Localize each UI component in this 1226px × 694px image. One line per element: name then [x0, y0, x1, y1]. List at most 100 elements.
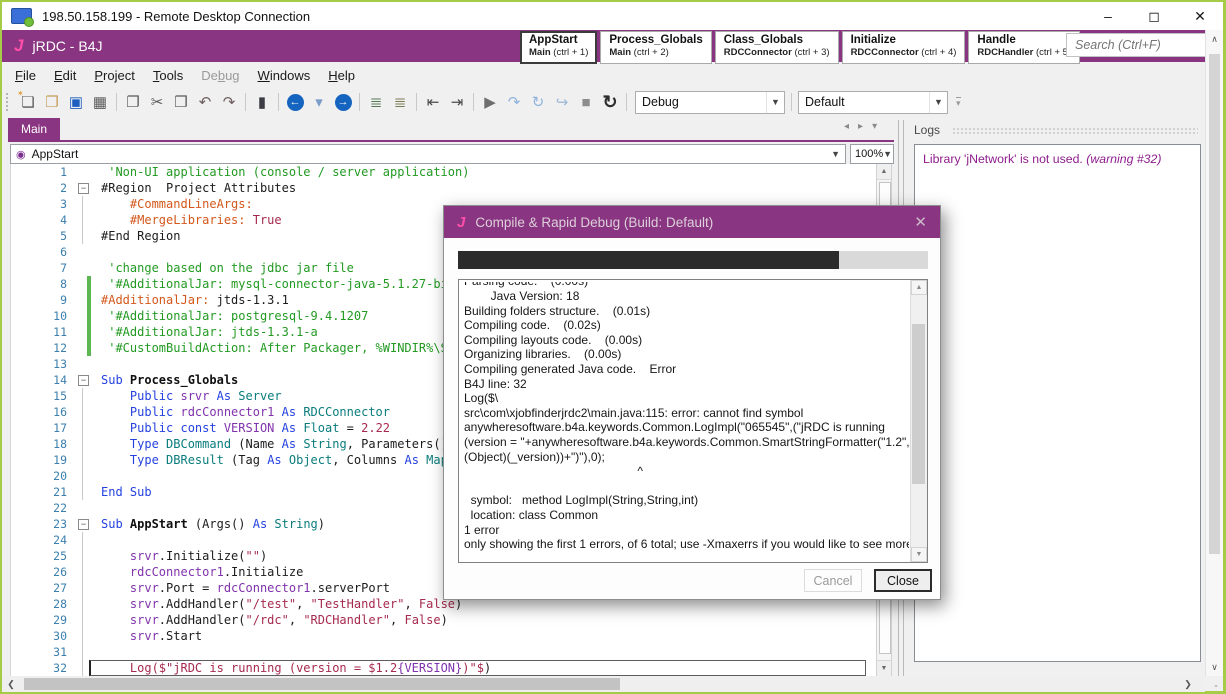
stop-icon[interactable]: ■: [574, 91, 598, 113]
bookmark-icon[interactable]: ▮: [250, 91, 274, 113]
build-mode-select[interactable]: Debug ▼: [635, 91, 785, 114]
paste-icon[interactable]: ❒: [169, 91, 193, 113]
gutter: [71, 628, 101, 644]
fold-collapse-icon[interactable]: −: [78, 375, 89, 386]
close-dialog-button[interactable]: Close: [874, 569, 932, 592]
scrollbar-thumb[interactable]: [912, 324, 925, 484]
line-number: 23: [11, 516, 71, 532]
scroll-down-icon[interactable]: ▼: [911, 547, 927, 562]
tab-scroll-controls: ◂ ▸ ▾: [844, 121, 877, 132]
scroll-left-icon[interactable]: ❮: [2, 676, 20, 692]
gutter: [71, 660, 101, 676]
tab-scroll-right-icon[interactable]: ▸: [858, 121, 863, 132]
toolbar-separator: [116, 93, 117, 111]
fold-guide-line: [82, 420, 83, 436]
dialog-close-icon[interactable]: ✕: [914, 213, 927, 231]
menu-tools[interactable]: Tools: [144, 65, 192, 86]
undo-icon[interactable]: ↶: [193, 91, 217, 113]
scroll-up-icon[interactable]: ▲: [911, 280, 927, 295]
compile-log-box[interactable]: Parsing code. (0.00s) Java Version: 18Bu…: [458, 279, 928, 563]
compile-log-scrollbar[interactable]: ▲ ▼: [910, 280, 927, 562]
rebuild-icon[interactable]: ↻: [598, 91, 622, 113]
step-into-icon[interactable]: ↪: [550, 91, 574, 113]
export-icon[interactable]: ▦: [88, 91, 112, 113]
redo-icon[interactable]: ↷: [217, 91, 241, 113]
step-over-icon[interactable]: ↻: [526, 91, 550, 113]
maximize-button[interactable]: ◻: [1131, 2, 1177, 30]
module-tab-class_globals[interactable]: Class_GlobalsRDCConnector (ctrl + 3): [715, 31, 839, 64]
log-warning-text: Library 'jNetwork' is not used.: [923, 152, 1086, 166]
compile-log-line: Log($\: [464, 391, 909, 406]
indent-icon[interactable]: ⇥: [445, 91, 469, 113]
scrollbar-thumb[interactable]: [1209, 54, 1220, 554]
close-button[interactable]: ✕: [1177, 2, 1223, 30]
sub-selector-combo[interactable]: ◉ AppStart ▼: [10, 144, 846, 164]
compile-dialog-titlebar[interactable]: J Compile & Rapid Debug (Build: Default)…: [444, 206, 940, 238]
menu-edit[interactable]: Edit: [45, 65, 85, 86]
uncomment-icon[interactable]: ≣: [388, 91, 412, 113]
copy-icon[interactable]: ❐: [121, 91, 145, 113]
scroll-up-icon[interactable]: ▲: [877, 164, 891, 180]
gutter: [71, 644, 101, 660]
resume-icon[interactable]: ↷: [502, 91, 526, 113]
minimize-button[interactable]: –: [1085, 2, 1131, 30]
menu-help[interactable]: Help: [319, 65, 364, 86]
line-number: 2: [11, 180, 71, 196]
tab-list-dropdown-icon[interactable]: ▾: [872, 121, 877, 132]
search-input[interactable]: [1066, 33, 1206, 57]
module-tab-shortcut: RDCConnector (ctrl + 3): [724, 47, 830, 58]
run-icon[interactable]: ▶: [478, 91, 502, 113]
scroll-down-icon[interactable]: ▼: [877, 660, 891, 676]
module-tab-process_globals[interactable]: Process_GlobalsMain (ctrl + 2): [600, 31, 711, 64]
module-tab-initialize[interactable]: InitializeRDCConnector (ctrl + 4): [842, 31, 966, 64]
toolbar-grip[interactable]: [6, 93, 12, 111]
save-icon[interactable]: ▣: [64, 91, 88, 113]
menu-windows[interactable]: Windows: [249, 65, 320, 86]
gutter: [71, 452, 101, 468]
code-text: Sub AppStart (Args() As String): [101, 516, 325, 532]
code-text: End Sub: [101, 484, 152, 500]
compile-log-line: symbol: method LogImpl(String,String,int…: [464, 493, 909, 508]
code-text: '#AdditionalJar: postgresql-9.4.1207: [101, 308, 368, 324]
rdp-horizontal-scrollbar[interactable]: ❮ ❯: [2, 676, 1205, 692]
cancel-button[interactable]: Cancel: [804, 569, 862, 592]
menu-file[interactable]: File: [6, 65, 45, 86]
rdp-vertical-scrollbar[interactable]: ∧ ∨: [1205, 30, 1223, 676]
toolbar-separator: [416, 93, 417, 111]
scroll-down-icon[interactable]: ∨: [1206, 658, 1223, 676]
compile-log-line: 1 error: [464, 523, 909, 538]
tab-main[interactable]: Main: [8, 118, 60, 140]
forward-icon[interactable]: →: [331, 91, 355, 113]
code-line-30: 30 srvr.Start: [11, 628, 876, 644]
tab-scroll-left-icon[interactable]: ◂: [844, 121, 849, 132]
compile-log-line: Compiling generated Java code. Error: [464, 362, 909, 377]
menu-debug[interactable]: Debug: [192, 65, 248, 86]
back-history-dropdown-icon[interactable]: ▾: [307, 91, 331, 113]
gutter: [71, 548, 101, 564]
code-line-29: 29 srvr.AddHandler("/rdc", "RDCHandler",…: [11, 612, 876, 628]
comment-icon[interactable]: ≣: [364, 91, 388, 113]
build-profile-select[interactable]: Default ▼: [798, 91, 948, 114]
scrollbar-thumb[interactable]: [24, 678, 620, 690]
module-tab-appstart[interactable]: AppStartMain (ctrl + 1): [520, 31, 597, 64]
code-text: '#AdditionalJar: jtds-1.3.1-a: [101, 324, 318, 340]
new-project-icon[interactable]: ❏✶: [16, 91, 40, 113]
module-tab-handle[interactable]: HandleRDCHandler (ctrl + 5): [968, 31, 1080, 64]
line-number: 9: [11, 292, 71, 308]
back-icon[interactable]: ←: [283, 91, 307, 113]
module-tab-name: Process_Globals: [609, 34, 702, 47]
logs-panel-drag-handle[interactable]: [952, 127, 1198, 136]
logs-panel[interactable]: Library 'jNetwork' is not used. (warning…: [914, 144, 1201, 662]
fold-collapse-icon[interactable]: −: [78, 183, 89, 194]
fold-collapse-icon[interactable]: −: [78, 519, 89, 530]
scroll-right-icon[interactable]: ❯: [1179, 676, 1197, 692]
sub-icon: ◉: [16, 148, 26, 161]
editor-zoom-combo[interactable]: 100% ▼: [850, 144, 894, 164]
scroll-up-icon[interactable]: ∧: [1206, 30, 1223, 48]
toolbar-overflow-icon[interactable]: ▾: [956, 97, 961, 107]
code-text: #MergeLibraries: True: [101, 212, 282, 228]
cut-icon[interactable]: ✂: [145, 91, 169, 113]
open-project-icon[interactable]: ❐: [40, 91, 64, 113]
outdent-icon[interactable]: ⇤: [421, 91, 445, 113]
menu-project[interactable]: Project: [85, 65, 143, 86]
